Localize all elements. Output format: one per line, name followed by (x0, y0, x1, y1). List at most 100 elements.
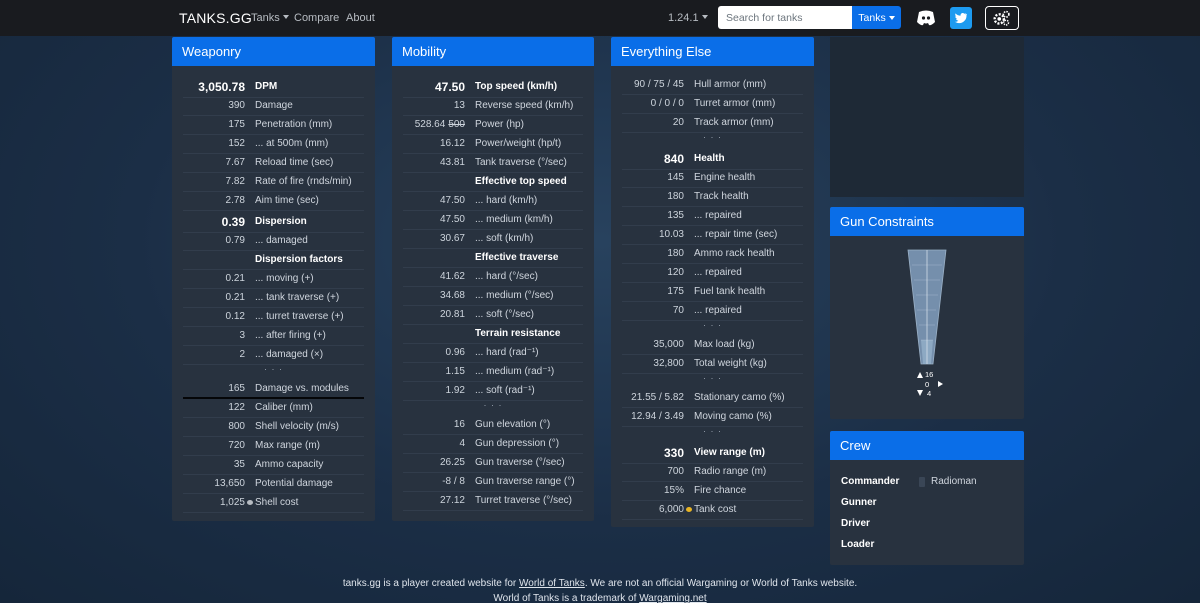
stat-label: Turret traverse (°/sec) (475, 495, 572, 506)
stat-row: 145 Engine health (622, 169, 803, 188)
stat-row: 700 Radio range (m) (622, 463, 803, 482)
stat-value-wrap: 528.64 500 (403, 116, 465, 134)
stat-row: 175 Fuel tank health (622, 283, 803, 302)
stat-row: 47.50 ... hard (km/h) (403, 192, 583, 211)
stat-label: ... repaired (694, 267, 742, 278)
more-stats-toggle[interactable]: · · · (622, 319, 803, 331)
footer-text: tanks.gg is a player created website for (342, 578, 520, 589)
stat-label: DPM (255, 81, 278, 92)
stat-label: Effective traverse (475, 252, 559, 263)
stat-label: Gun traverse range (°) (475, 476, 575, 487)
gun-center-label: 0 (925, 380, 930, 389)
stat-value: 390 (228, 100, 245, 111)
crew-card: Crew Commander Radioman Gunner Driver Lo… (830, 431, 1024, 565)
stat-value: 0.96 (445, 347, 465, 358)
stat-label: Max range (m) (255, 440, 321, 451)
footer-wargaming-link[interactable]: Wargaming.net (639, 593, 706, 603)
stat-row: 0.21 ... tank traverse (+) (183, 289, 364, 308)
stat-row: 47.50 Top speed (km/h) (403, 77, 583, 98)
stat-label: Gun traverse (°/sec) (475, 457, 565, 468)
stat-row: 34.68 ... medium (°/sec) (403, 287, 583, 306)
stat-row: 13 Reverse speed (km/h) (403, 97, 583, 116)
stat-label: Reverse speed (km/h) (475, 100, 574, 111)
navbar: TANKS.GG Tanks Compare About 1.24.1 Tank… (0, 0, 1200, 36)
stat-label: Aim time (sec) (255, 195, 319, 206)
crew-driver[interactable]: Driver (841, 518, 870, 529)
stat-label: Radio range (m) (694, 466, 767, 477)
stat-label: Ammo capacity (255, 459, 324, 470)
stat-row: 27.12 Turret traverse (°/sec) (403, 492, 583, 511)
stat-row: 0.39 Dispersion (183, 212, 364, 233)
nav-tanks-dropdown[interactable]: Tanks (251, 12, 289, 24)
stat-label: Dispersion (255, 216, 307, 227)
stat-value: 21.55 / 5.82 (631, 392, 684, 403)
more-stats-toggle[interactable]: · · · (403, 399, 583, 411)
stat-value: 2 (239, 349, 245, 360)
stat-value: 15% (663, 485, 684, 496)
more-stats-toggle[interactable]: · · · (622, 131, 803, 143)
crew-separator-icon (919, 477, 925, 487)
stat-label: ... medium (°/sec) (475, 290, 554, 301)
stat-row: 7.82 Rate of fire (rnds/min) (183, 173, 364, 192)
settings-gear-icon[interactable] (985, 6, 1019, 30)
nav-compare[interactable]: Compare (294, 12, 339, 24)
stat-label: ... damaged (255, 235, 308, 246)
stat-row: 41.62 ... hard (°/sec) (403, 268, 583, 287)
stat-value: 165 (228, 383, 245, 394)
more-stats-toggle[interactable]: · · · (183, 363, 364, 375)
stat-row: 135 ... repaired (622, 207, 803, 226)
stat-label: ... moving (+) (255, 273, 314, 284)
stat-row: 15% Fire chance (622, 482, 803, 501)
silver-coin-icon (247, 500, 253, 505)
more-stats-toggle[interactable]: · · · (622, 372, 803, 384)
stat-label: Caliber (mm) (255, 402, 313, 413)
stat-label: Fire chance (694, 485, 747, 496)
stat-section-header: Dispersion factors (183, 251, 364, 270)
footer-line-2: World of Tanks is a trademark of Wargami… (0, 593, 1200, 603)
stat-row: 0.96 ... hard (rad⁻¹) (403, 344, 583, 363)
more-stats-toggle[interactable]: · · · (622, 425, 803, 437)
crew-commander[interactable]: Commander (841, 476, 899, 487)
stat-value: 528.64 (414, 119, 446, 130)
stat-row: 4 Gun depression (°) (403, 435, 583, 454)
search-input[interactable] (718, 6, 852, 29)
version-dropdown[interactable]: 1.24.1 (668, 12, 708, 24)
footer-world-of-tanks-link[interactable]: World of Tanks (519, 578, 585, 589)
stat-label: Moving camo (%) (694, 411, 772, 422)
stat-label: ... medium (km/h) (475, 214, 553, 225)
stat-label: ... turret traverse (+) (255, 311, 344, 322)
weaponry-card: Weaponry 3,050.78 DPM 390 Damage 175 Penetrat… (172, 37, 375, 521)
stat-label: Fuel tank health (694, 286, 766, 297)
stat-row: 90 / 75 / 45 Hull armor (mm) (622, 76, 803, 95)
stat-value: 152 (228, 138, 245, 149)
gun-depression-label: 4 (927, 389, 932, 398)
stat-row: 180 Ammo rack health (622, 245, 803, 264)
stat-value: 7.82 (225, 176, 245, 187)
stat-label: ... hard (km/h) (475, 195, 538, 206)
discord-icon[interactable] (915, 7, 937, 29)
brand-logo[interactable]: TANKS.GG (179, 10, 252, 26)
stat-value: 12.94 / 3.49 (631, 411, 684, 422)
search-type-dropdown[interactable]: Tanks (852, 6, 901, 29)
stat-row: 0.21 ... moving (+) (183, 270, 364, 289)
stat-value: 43.81 (439, 157, 465, 168)
gun-constraints-card: Gun Constraints 16 0 4 (830, 207, 1024, 419)
stat-value: 27.12 (439, 495, 465, 506)
stat-row: 1.15 ... medium (rad⁻¹) (403, 363, 583, 382)
crew-gunner[interactable]: Gunner (841, 497, 877, 508)
nav-about[interactable]: About (346, 12, 375, 24)
stat-label: Shell velocity (m/s) (255, 421, 339, 432)
stat-label: ... medium (rad⁻¹) (475, 366, 555, 377)
stat-value-base: 500 (448, 119, 465, 130)
stat-label: Stationary camo (%) (694, 392, 785, 403)
stat-row: 16 Gun elevation (°) (403, 416, 583, 435)
stat-row: 7.67 Reload time (sec) (183, 154, 364, 173)
stat-value: 0.21 (225, 292, 245, 303)
crew-loader[interactable]: Loader (841, 539, 874, 550)
stat-label: ... repaired (694, 210, 742, 221)
stat-value: 26.25 (439, 457, 465, 468)
twitter-icon[interactable] (950, 7, 972, 29)
stat-row: 0.12 ... turret traverse (+) (183, 308, 364, 327)
stat-label: Damage vs. modules (255, 383, 349, 394)
stat-row: -8 / 8 Gun traverse range (°) (403, 473, 583, 492)
